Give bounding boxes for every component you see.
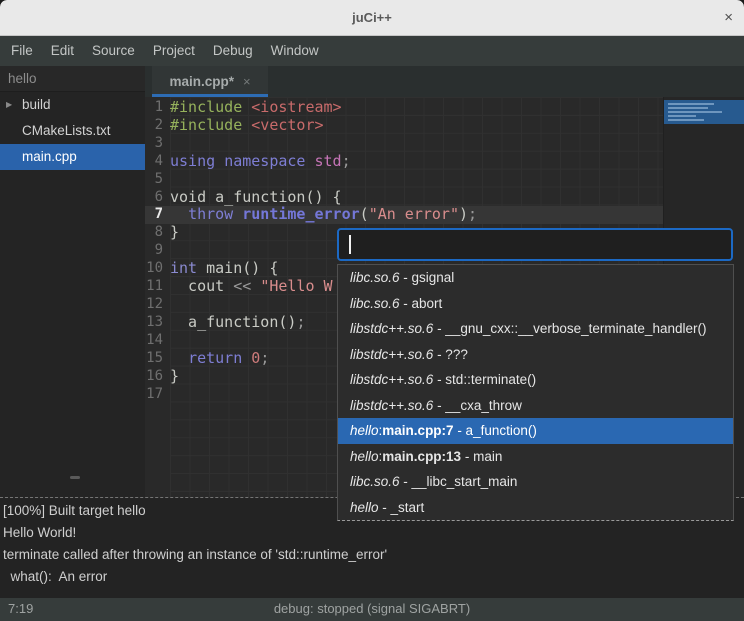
code-text: using namespace std;: [170, 153, 351, 171]
line-number: 15: [145, 350, 170, 368]
stack-frame-1[interactable]: libc.so.6 - abort: [338, 291, 733, 317]
sidebar-item-build[interactable]: ▶build: [0, 92, 145, 118]
code-text: #include <iostream>: [170, 99, 342, 117]
minimap-slider[interactable]: [664, 100, 744, 124]
code-text: cout << "Hello W: [170, 278, 333, 296]
tab-close-icon[interactable]: ×: [243, 74, 251, 89]
output-line-1: Hello World!: [3, 522, 744, 544]
line-number: 9: [145, 242, 170, 260]
stack-frame-8[interactable]: libc.so.6 - __libc_start_main: [338, 469, 733, 495]
line-number: 7: [145, 206, 170, 224]
line-number: 11: [145, 278, 170, 296]
tree-item-label: CMakeLists.txt: [20, 118, 111, 144]
code-text: }: [170, 224, 179, 242]
status-bar: 7:19 debug: stopped (signal SIGABRT): [0, 598, 744, 621]
stack-frame-0[interactable]: libc.so.6 - gsignal: [338, 265, 733, 291]
file-tree: ▶buildCMakeLists.txtmain.cpp: [0, 92, 145, 170]
line-number: 3: [145, 135, 170, 153]
code-line-7[interactable]: 7 throw runtime_error("An error");: [145, 206, 663, 224]
window-close-button[interactable]: ×: [724, 0, 733, 35]
line-number: 5: [145, 171, 170, 189]
sidebar-hscrollbar-thumb[interactable]: [70, 476, 80, 479]
debug-status: debug: stopped (signal SIGABRT): [0, 598, 744, 620]
line-number: 6: [145, 189, 170, 207]
code-text: }: [170, 368, 179, 386]
code-line-5[interactable]: 5: [145, 171, 663, 189]
code-text: #include <vector>: [170, 117, 324, 135]
app-window: juCi++ × FileEditSourceProjectDebugWindo…: [0, 0, 744, 621]
menu-item-window[interactable]: Window: [262, 36, 328, 66]
menu-item-debug[interactable]: Debug: [204, 36, 262, 66]
window-title: juCi++: [0, 0, 744, 35]
stack-frame-5[interactable]: libstdc++.so.6 - __cxa_throw: [338, 393, 733, 419]
stack-trace-popup: libc.so.6 - gsignallibc.so.6 - abortlibs…: [337, 228, 734, 521]
line-number: 13: [145, 314, 170, 332]
stack-frame-2[interactable]: libstdc++.so.6 - __gnu_cxx::__verbose_te…: [338, 316, 733, 342]
stack-frame-4[interactable]: libstdc++.so.6 - std::terminate(): [338, 367, 733, 393]
code-text: throw runtime_error("An error");: [170, 206, 477, 224]
stack-frame-9[interactable]: hello - _start: [338, 495, 733, 521]
line-number: 4: [145, 153, 170, 171]
code-line-6[interactable]: 6void a_function() {: [145, 189, 663, 207]
menu-item-source[interactable]: Source: [83, 36, 144, 66]
output-line-3: what(): An error: [3, 566, 744, 588]
line-number: 10: [145, 260, 170, 278]
stack-frame-list: libc.so.6 - gsignallibc.so.6 - abortlibs…: [337, 264, 734, 521]
code-text: a_function();: [170, 314, 305, 332]
stack-frame-6[interactable]: hello:main.cpp:7 - a_function(): [338, 418, 733, 444]
line-number: 2: [145, 117, 170, 135]
stack-frame-3[interactable]: libstdc++.so.6 - ???: [338, 342, 733, 368]
menu-bar: FileEditSourceProjectDebugWindow: [0, 36, 744, 66]
expander-icon[interactable]: ▶: [6, 92, 20, 118]
sidebar-item-cmakelists-txt[interactable]: CMakeLists.txt: [0, 118, 145, 144]
code-text: int main() {: [170, 260, 278, 278]
tab-main-cpp-[interactable]: main.cpp* ×: [152, 66, 268, 97]
line-number: 8: [145, 224, 170, 242]
code-line-3[interactable]: 3: [145, 135, 663, 153]
tree-item-label: main.cpp: [20, 144, 77, 170]
menu-item-project[interactable]: Project: [144, 36, 204, 66]
line-number: 16: [145, 368, 170, 386]
window-titlebar: juCi++ ×: [0, 0, 744, 36]
output-line-2: terminate called after throwing an insta…: [3, 544, 744, 566]
code-line-1[interactable]: 1#include <iostream>: [145, 99, 663, 117]
stack-frame-7[interactable]: hello:main.cpp:13 - main: [338, 444, 733, 470]
menu-item-file[interactable]: File: [2, 36, 42, 66]
tab-bar: main.cpp* ×: [145, 66, 744, 97]
code-line-4[interactable]: 4using namespace std;: [145, 153, 663, 171]
project-sidebar: hello ▶buildCMakeLists.txtmain.cpp: [0, 66, 145, 497]
menu-item-edit[interactable]: Edit: [42, 36, 83, 66]
text-caret: [349, 235, 351, 254]
code-line-2[interactable]: 2#include <vector>: [145, 117, 663, 135]
line-number: 1: [145, 99, 170, 117]
code-text: void a_function() {: [170, 189, 342, 207]
tree-item-label: build: [20, 92, 51, 118]
line-number: 17: [145, 386, 170, 404]
code-text: return 0;: [170, 350, 269, 368]
stack-search-input[interactable]: [337, 228, 733, 261]
line-number: 12: [145, 296, 170, 314]
line-number: 14: [145, 332, 170, 350]
tab-label: main.cpp*: [169, 74, 234, 89]
project-name-header: hello: [0, 66, 145, 92]
sidebar-item-main-cpp[interactable]: main.cpp: [0, 144, 145, 170]
